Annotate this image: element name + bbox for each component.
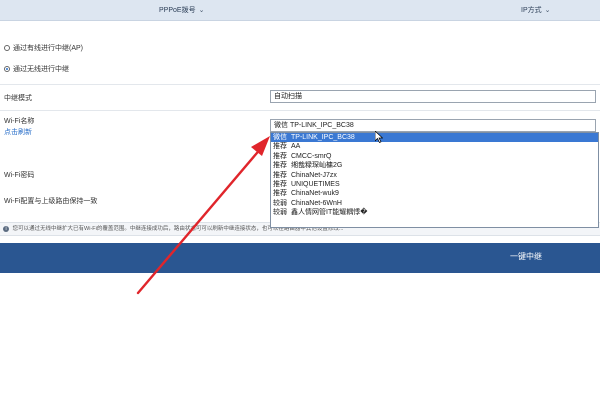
one-click-bar: 一键中继	[0, 243, 600, 273]
dropdown-item-tag: 推荐	[273, 180, 287, 188]
dropdown-item-tag: 推荐	[273, 190, 287, 198]
wifi-dropdown-list[interactable]: 微信 TP-LINK_IPC_BC38 推荐 AA 推荐 CMCC-smrQ 推…	[270, 132, 599, 228]
tab-pppoe[interactable]: PPPoE拨号 ⌄	[159, 5, 204, 15]
chevron-down-icon: ⌄	[544, 7, 551, 14]
dropdown-item-ssid: 缃戠粶琛屾槦2G	[291, 162, 343, 170]
tab-ip-label: IP方式	[521, 7, 542, 14]
dropdown-item-tag: 推荐	[273, 171, 287, 179]
relay-mode-select[interactable]: 自动扫描	[270, 90, 596, 103]
dropdown-item[interactable]: 推荐 ChinaNet-wuk9	[271, 189, 598, 198]
wifi-sync-label: Wi-Fi配置与上级路由保持一致	[4, 198, 98, 205]
tab-ip[interactable]: IP方式 ⌄	[521, 5, 551, 15]
chevron-down-icon: ⌄	[198, 7, 205, 14]
radio-wireless-relay-label: 通过无线进行中继	[13, 66, 69, 73]
dropdown-item-ssid: TP-LINK_IPC_BC38	[291, 134, 355, 141]
dropdown-item-ssid: AA	[291, 143, 301, 151]
dropdown-item-ssid: ChinaNet-wuk9	[291, 190, 339, 198]
dropdown-item[interactable]: 推荐 AA	[271, 142, 598, 151]
dropdown-item-ssid: 鑫人情网管IT能耀耦悸�	[291, 209, 368, 217]
wifi-name-select[interactable]: 微信 TP-LINK_IPC_BC38	[270, 119, 596, 132]
dropdown-item-ssid: CMCC-smrQ	[291, 152, 332, 160]
one-click-relay-button[interactable]: 一键中继	[510, 251, 542, 262]
dropdown-item-tag: 推荐	[273, 152, 287, 160]
divider	[0, 84, 600, 85]
tab-pppoe-label: PPPoE拨号	[159, 7, 196, 14]
top-tab-bar: PPPoE拨号 ⌄ IP方式 ⌄	[0, 0, 600, 21]
radio-button-checked-icon[interactable]	[4, 66, 10, 72]
dropdown-item[interactable]: 推荐 CMCC-smrQ	[271, 152, 598, 161]
dropdown-item[interactable]: 推荐 缃戠粶琛屾槦2G	[271, 161, 598, 170]
refresh-link[interactable]: 点击刷新	[4, 127, 32, 137]
radio-button-icon[interactable]	[4, 45, 10, 51]
dropdown-item-ssid: UNIQUETIMES	[291, 180, 340, 188]
radio-wireless-relay[interactable]: 通过无线进行中继	[4, 64, 69, 74]
dropdown-item[interactable]: 较弱 ChinaNet-6WnH	[271, 199, 598, 208]
dropdown-item-tag: 推荐	[273, 143, 287, 151]
dropdown-item-tag: 较弱	[273, 209, 287, 217]
wifi-name-label: Wi-Fi名称	[4, 118, 35, 125]
radio-wired-relay-label: 通过有线进行中继(AP)	[13, 45, 83, 52]
dropdown-item-ssid: ChinaNet-6WnH	[291, 199, 342, 207]
radio-wired-relay[interactable]: 通过有线进行中继(AP)	[4, 43, 83, 53]
dropdown-item[interactable]: 推荐 ChinaNet-J7zx	[271, 171, 598, 180]
dropdown-item[interactable]: 微信 TP-LINK_IPC_BC38	[271, 133, 598, 143]
info-icon: i	[3, 225, 9, 232]
dropdown-item[interactable]: 推荐 UNIQUETIMES	[271, 180, 598, 189]
dropdown-item-tag: 较弱	[273, 199, 287, 207]
dropdown-item-tag: 推荐	[273, 162, 287, 170]
dropdown-item-ssid: ChinaNet-J7zx	[291, 171, 337, 179]
wifi-password-label: Wi-Fi密码	[4, 172, 35, 179]
dropdown-item-tag: 微信	[273, 134, 287, 141]
divider	[0, 110, 600, 111]
mouse-pointer-icon	[375, 131, 383, 143]
dropdown-item[interactable]: 较弱 鑫人情网管IT能耀耦悸�	[271, 208, 598, 217]
relay-mode-label: 中继模式	[4, 95, 32, 102]
